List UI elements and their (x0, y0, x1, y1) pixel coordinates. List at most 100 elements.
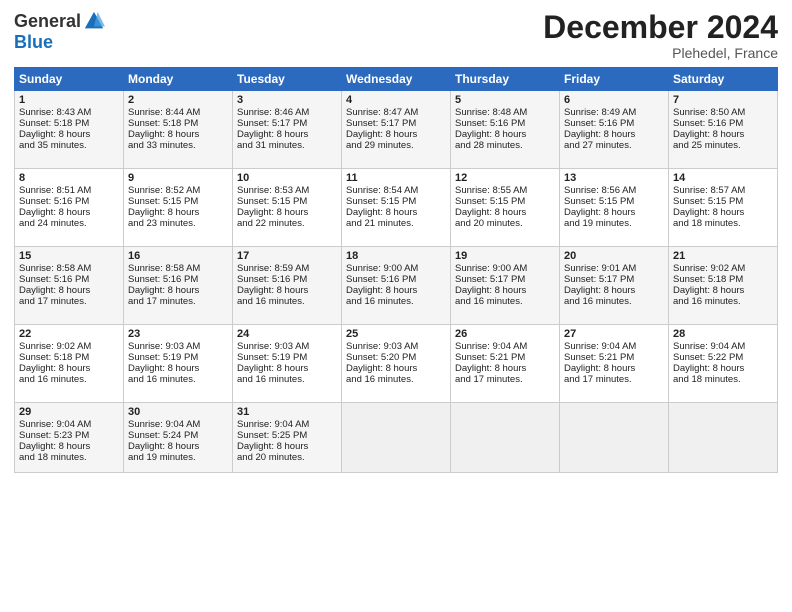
day-info: Daylight: 8 hours (564, 363, 664, 374)
day-info: Sunrise: 8:58 AM (128, 263, 228, 274)
day-info: Sunrise: 9:02 AM (673, 263, 773, 274)
day-info: Sunset: 5:19 PM (128, 352, 228, 363)
day-info: Sunrise: 8:56 AM (564, 185, 664, 196)
table-row: 29Sunrise: 9:04 AMSunset: 5:23 PMDayligh… (15, 403, 124, 473)
day-number: 20 (564, 250, 664, 262)
day-info: Sunset: 5:21 PM (455, 352, 555, 363)
day-info: Sunset: 5:21 PM (564, 352, 664, 363)
day-info: Sunset: 5:18 PM (19, 118, 119, 129)
day-number: 5 (455, 94, 555, 106)
table-row: 16Sunrise: 8:58 AMSunset: 5:16 PMDayligh… (124, 247, 233, 325)
day-number: 7 (673, 94, 773, 106)
day-info: and 17 minutes. (128, 296, 228, 307)
day-info: Sunrise: 8:46 AM (237, 107, 337, 118)
table-row: 24Sunrise: 9:03 AMSunset: 5:19 PMDayligh… (233, 325, 342, 403)
day-info: Daylight: 8 hours (346, 207, 446, 218)
day-info: and 22 minutes. (237, 218, 337, 229)
table-row: 25Sunrise: 9:03 AMSunset: 5:20 PMDayligh… (342, 325, 451, 403)
table-row: 14Sunrise: 8:57 AMSunset: 5:15 PMDayligh… (669, 169, 778, 247)
day-info: Sunrise: 8:57 AM (673, 185, 773, 196)
day-info: Sunrise: 8:54 AM (346, 185, 446, 196)
day-number: 16 (128, 250, 228, 262)
day-info: Sunset: 5:17 PM (564, 274, 664, 285)
day-info: Sunset: 5:18 PM (19, 352, 119, 363)
day-info: and 18 minutes. (19, 452, 119, 463)
day-info: Sunset: 5:17 PM (455, 274, 555, 285)
day-info: Daylight: 8 hours (673, 207, 773, 218)
month-title: December 2024 (543, 10, 778, 45)
table-row: 11Sunrise: 8:54 AMSunset: 5:15 PMDayligh… (342, 169, 451, 247)
day-info: Daylight: 8 hours (673, 363, 773, 374)
day-info: Daylight: 8 hours (19, 129, 119, 140)
day-info: Sunrise: 9:00 AM (455, 263, 555, 274)
day-info: Daylight: 8 hours (564, 207, 664, 218)
table-row: 28Sunrise: 9:04 AMSunset: 5:22 PMDayligh… (669, 325, 778, 403)
day-info: Sunrise: 9:03 AM (237, 341, 337, 352)
col-saturday: Saturday (669, 68, 778, 91)
day-info: and 35 minutes. (19, 140, 119, 151)
table-row (669, 403, 778, 473)
day-info: Sunrise: 8:59 AM (237, 263, 337, 274)
calendar-week-row: 29Sunrise: 9:04 AMSunset: 5:23 PMDayligh… (15, 403, 778, 473)
table-row: 9Sunrise: 8:52 AMSunset: 5:15 PMDaylight… (124, 169, 233, 247)
day-info: Sunrise: 8:50 AM (673, 107, 773, 118)
day-number: 30 (128, 406, 228, 418)
calendar-header-row: Sunday Monday Tuesday Wednesday Thursday… (15, 68, 778, 91)
day-info: Sunset: 5:15 PM (128, 196, 228, 207)
day-info: Daylight: 8 hours (128, 129, 228, 140)
table-row: 18Sunrise: 9:00 AMSunset: 5:16 PMDayligh… (342, 247, 451, 325)
table-row: 26Sunrise: 9:04 AMSunset: 5:21 PMDayligh… (451, 325, 560, 403)
day-info: Sunset: 5:18 PM (673, 274, 773, 285)
day-number: 10 (237, 172, 337, 184)
day-info: Daylight: 8 hours (19, 441, 119, 452)
col-wednesday: Wednesday (342, 68, 451, 91)
col-thursday: Thursday (451, 68, 560, 91)
day-number: 11 (346, 172, 446, 184)
day-info: Sunset: 5:20 PM (346, 352, 446, 363)
table-row: 2Sunrise: 8:44 AMSunset: 5:18 PMDaylight… (124, 91, 233, 169)
day-info: and 16 minutes. (564, 296, 664, 307)
day-info: Sunrise: 8:55 AM (455, 185, 555, 196)
day-info: Sunrise: 9:03 AM (346, 341, 446, 352)
day-info: Daylight: 8 hours (237, 285, 337, 296)
day-number: 31 (237, 406, 337, 418)
day-info: and 27 minutes. (564, 140, 664, 151)
day-info: Sunrise: 9:04 AM (455, 341, 555, 352)
day-number: 13 (564, 172, 664, 184)
table-row: 20Sunrise: 9:01 AMSunset: 5:17 PMDayligh… (560, 247, 669, 325)
day-info: and 16 minutes. (455, 296, 555, 307)
day-number: 6 (564, 94, 664, 106)
day-info: and 24 minutes. (19, 218, 119, 229)
day-number: 25 (346, 328, 446, 340)
day-info: Sunset: 5:16 PM (455, 118, 555, 129)
table-row: 19Sunrise: 9:00 AMSunset: 5:17 PMDayligh… (451, 247, 560, 325)
day-info: Sunrise: 9:04 AM (237, 419, 337, 430)
day-number: 27 (564, 328, 664, 340)
day-info: Sunset: 5:16 PM (128, 274, 228, 285)
day-info: and 21 minutes. (346, 218, 446, 229)
table-row: 5Sunrise: 8:48 AMSunset: 5:16 PMDaylight… (451, 91, 560, 169)
day-number: 23 (128, 328, 228, 340)
day-info: Sunrise: 9:00 AM (346, 263, 446, 274)
day-number: 26 (455, 328, 555, 340)
day-info: Sunset: 5:16 PM (19, 196, 119, 207)
day-info: Sunrise: 8:52 AM (128, 185, 228, 196)
day-info: Sunset: 5:15 PM (455, 196, 555, 207)
day-info: Daylight: 8 hours (128, 207, 228, 218)
day-info: and 19 minutes. (128, 452, 228, 463)
day-info: and 31 minutes. (237, 140, 337, 151)
day-info: and 17 minutes. (564, 374, 664, 385)
day-number: 2 (128, 94, 228, 106)
day-info: and 16 minutes. (673, 296, 773, 307)
day-info: Sunset: 5:19 PM (237, 352, 337, 363)
day-info: Sunset: 5:16 PM (346, 274, 446, 285)
table-row: 13Sunrise: 8:56 AMSunset: 5:15 PMDayligh… (560, 169, 669, 247)
table-row: 6Sunrise: 8:49 AMSunset: 5:16 PMDaylight… (560, 91, 669, 169)
day-number: 22 (19, 328, 119, 340)
calendar-week-row: 22Sunrise: 9:02 AMSunset: 5:18 PMDayligh… (15, 325, 778, 403)
calendar-week-row: 15Sunrise: 8:58 AMSunset: 5:16 PMDayligh… (15, 247, 778, 325)
table-row (451, 403, 560, 473)
day-info: and 25 minutes. (673, 140, 773, 151)
calendar-week-row: 8Sunrise: 8:51 AMSunset: 5:16 PMDaylight… (15, 169, 778, 247)
logo-icon (83, 10, 105, 32)
